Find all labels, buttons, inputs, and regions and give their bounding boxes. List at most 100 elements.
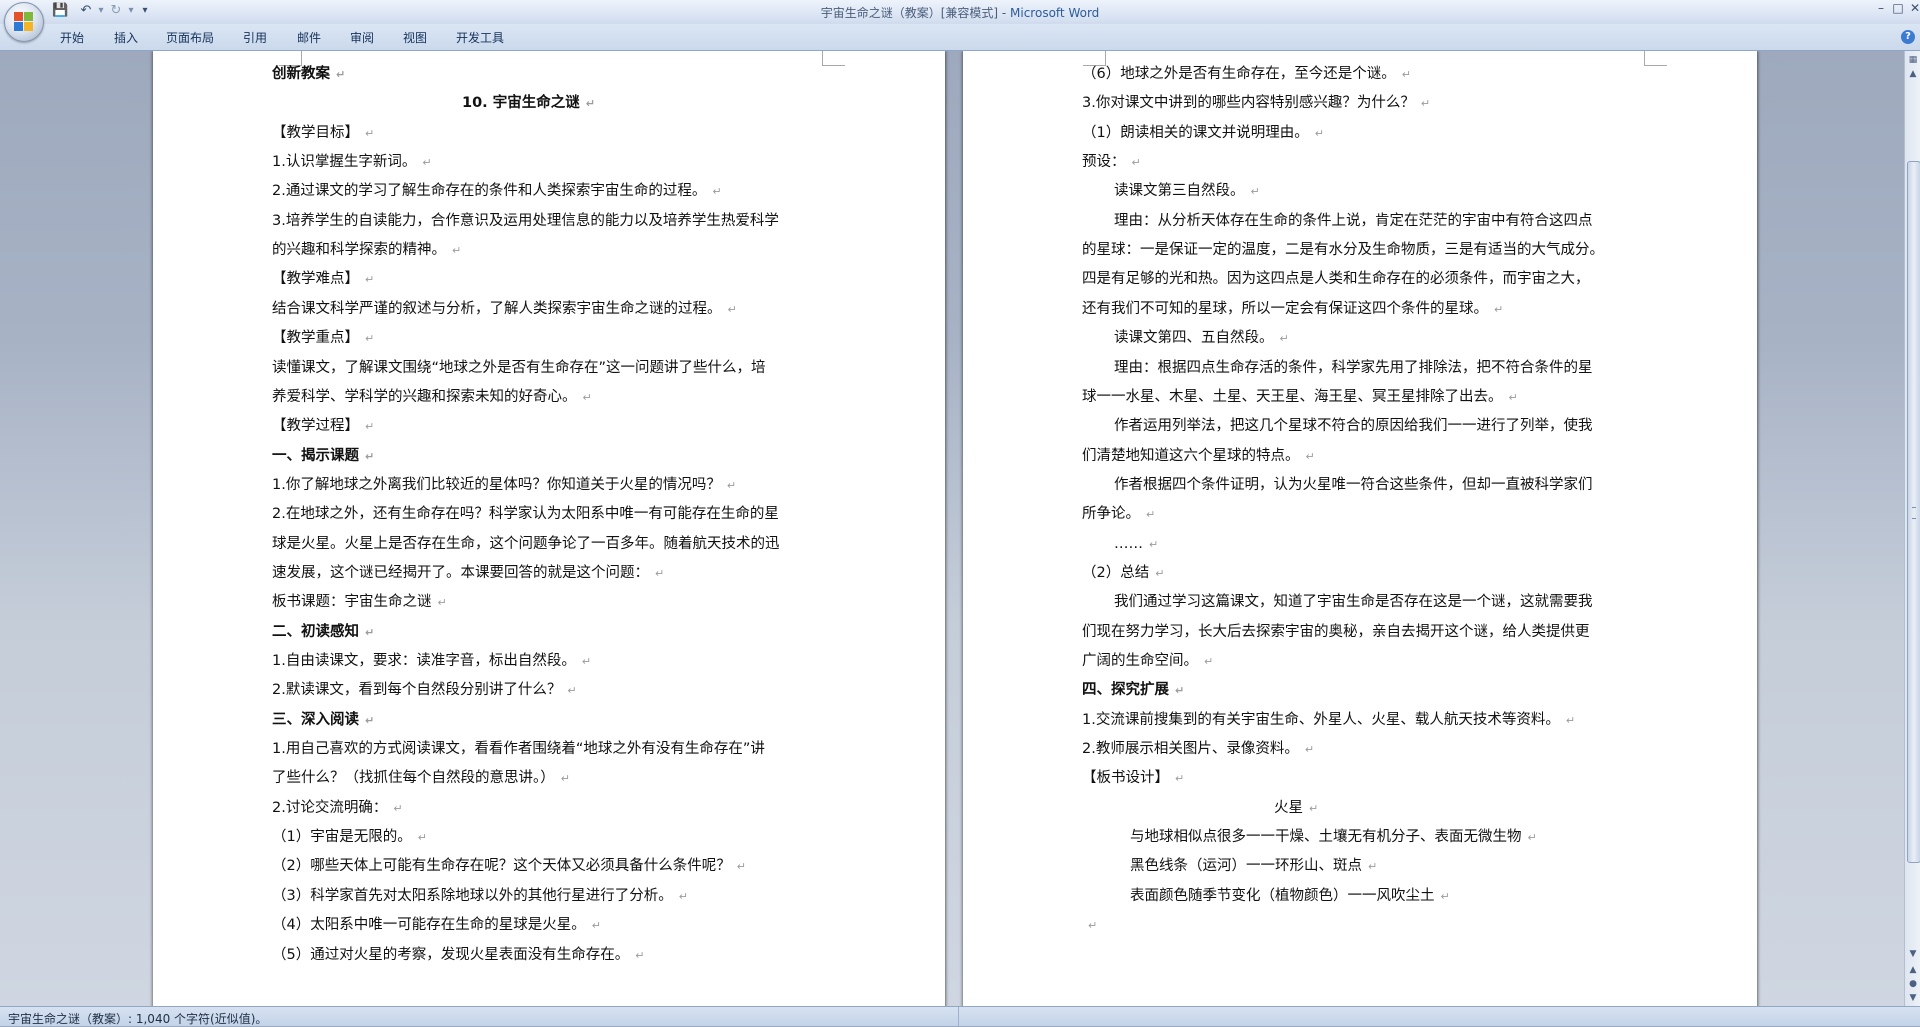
document-line-text: 表面颜色随季节变化（植物颜色）一一风吹尘土 (1130, 887, 1435, 904)
paragraph-mark-icon: ↵ (1146, 508, 1156, 522)
document-line: 理由：从分析天体存在生命的条件上说，肯定在茫茫的宇宙中有符合这四点 (1114, 211, 1593, 231)
document-line-text: 10. 宇宙生命之谜 (462, 95, 580, 112)
document-line-text: 四是有足够的光和热。因为这四点是人类和生命存在的必须条件，而宇宙之大， (1082, 271, 1590, 288)
tab-developer[interactable]: 开发工具 (456, 30, 504, 46)
document-line-text: 1.自由读课文，要求：读准字音，标出自然段。 (272, 653, 576, 669)
document-line: 板书课题：宇宙生命之谜 ↵ (272, 592, 447, 612)
document-page-right[interactable]: （6）地球之外是否有生命存在，至今还是个谜。 ↵ 3.你对课文中讲到的哪些内容特别感… (963, 51, 1757, 1006)
vertical-scrollbar[interactable]: ▦ ▲ ▼ ▲ ● ▼ (1904, 51, 1920, 1006)
scrollbar-thumb[interactable] (1907, 161, 1920, 863)
tab-mailings[interactable]: 邮件 (297, 30, 321, 46)
document-line: 的兴趣和科学探索的精神。 ↵ (272, 240, 461, 260)
document-line-text: 2.教师展示相关图片、录像资料。 (1082, 741, 1299, 758)
paragraph-mark-icon: ↵ (365, 420, 375, 434)
tab-home[interactable]: 开始 (60, 30, 84, 46)
document-line: 1.你了解地球之外离我们比较近的星体吗？你知道关于火星的情况吗？ ↵ (272, 475, 736, 495)
document-line: 的星球：一是保证一定的温度，二是有水分及生命物质，三是有适当的大气成分。 (1082, 240, 1604, 260)
document-page-left[interactable]: 创新教案 ↵ 10. 宇宙生命之谜 ↵ 【教学目标】 ↵ 1.认识掌握生字新词。 ↵ 2.通过课… (153, 51, 945, 1006)
document-line-text: 了些什么？（找抓住每个自然段的意思讲。） (272, 770, 555, 787)
paragraph-mark-icon: ↵ (1565, 713, 1576, 727)
tab-insert[interactable]: 插入 (114, 30, 138, 46)
paragraph-mark-icon: ↵ (437, 596, 447, 610)
scroll-up-icon[interactable]: ▲ (1906, 67, 1920, 81)
tab-page-layout[interactable]: 页面布局 (166, 30, 214, 46)
document-line-text: 我们通过学习这篇课文，知道了宇宙生命是否存在这是一个谜，这就需要我 (1114, 594, 1593, 611)
document-line: 读课文第四、五自然段。 ↵ (1114, 328, 1289, 348)
document-line: 【教学过程】 ↵ (272, 416, 374, 436)
document-line-text: 三、深入阅读 (272, 711, 359, 728)
document-line-text: 球一一水星、木星、土星、天王星、海王星、冥王星排除了出去。 (1082, 388, 1503, 405)
paragraph-mark-icon: ↵ (1088, 919, 1098, 933)
document-line: 3.培养学生的自读能力，合作意识及运用处理信息的能力以及培养学生热爱科学 (272, 211, 779, 231)
document-line: 们清楚地知道这六个星球的特点。 ↵ (1082, 446, 1315, 466)
paragraph-mark-icon: ↵ (1420, 97, 1431, 111)
close-icon[interactable]: ✕ (1905, 1, 1920, 15)
document-line-text: 1.用自己喜欢的方式阅读课文，看看作者围绕着“地球之外有没有生命存在”讲 (272, 741, 765, 758)
paragraph-mark-icon: ↵ (365, 713, 375, 727)
tab-references[interactable]: 引用 (243, 30, 267, 46)
document-line: 四、探究扩展 ↵ (1082, 680, 1184, 700)
document-line: 二、初读感知 ↵ (272, 622, 374, 642)
document-line: 了些什么？（找抓住每个自然段的意思讲。） ↵ (272, 768, 570, 788)
paragraph-mark-icon: ↵ (591, 919, 601, 933)
document-line-text: 2.讨论交流明确： (272, 799, 388, 816)
document-line-text: 板书课题：宇宙生命之谜 (272, 594, 432, 611)
ruler-toggle-icon[interactable]: ▦ (1906, 53, 1920, 67)
next-page-icon[interactable]: ▼ (1906, 991, 1920, 1005)
paragraph-mark-icon: ↵ (1494, 302, 1504, 316)
document-line: 读课文第三自然段。 ↵ (1114, 181, 1260, 201)
previous-page-icon[interactable]: ▲ (1906, 963, 1920, 977)
document-line: （5）通过对火星的考察，发现火星表面没有生命存在。 ↵ (272, 945, 644, 965)
tab-review[interactable]: 审阅 (350, 30, 374, 46)
document-line: 1.用自己喜欢的方式阅读课文，看看作者围绕着“地球之外有没有生命存在”讲 (272, 739, 765, 759)
document-line-text: 读课文第四、五自然段。 (1114, 330, 1274, 347)
document-line: 【板书设计】 ↵ (1082, 768, 1184, 788)
paragraph-mark-icon: ↵ (1155, 566, 1165, 580)
document-line-text: 理由：从分析天体存在生命的条件上说，肯定在茫茫的宇宙中有符合这四点 (1114, 212, 1593, 229)
paragraph-mark-icon: ↵ (581, 655, 592, 668)
document-line: 们现在努力学习，长大后去探索宇宙的奥秘，亲自去揭开这个谜，给人类提供更 (1082, 622, 1590, 642)
paragraph-mark-icon: ↵ (1368, 860, 1378, 874)
document-line: 1.认识掌握生字新词。 ↵ (272, 152, 432, 172)
paragraph-mark-icon: ↵ (736, 860, 746, 874)
paragraph-mark-icon: ↵ (727, 302, 737, 316)
paragraph-mark-icon: ↵ (1440, 889, 1450, 903)
document-line-text: （5）通过对火星的考察，发现火星表面没有生命存在。 (272, 946, 630, 963)
paragraph-mark-icon: ↵ (635, 948, 645, 962)
document-line-text: 广阔的生命空间。 (1082, 653, 1198, 669)
document-line: 球一一水星、木星、土星、天王星、海王星、冥王星排除了出去。 ↵ (1082, 387, 1518, 407)
document-line-text: 【教学难点】 (272, 271, 359, 288)
help-icon[interactable]: ? (1901, 30, 1915, 44)
select-browse-object-icon[interactable]: ● (1906, 977, 1920, 991)
window-title-app: Microsoft Word (1010, 6, 1100, 20)
paragraph-mark-icon: ↵ (678, 889, 688, 903)
paragraph-mark-icon: ↵ (365, 126, 375, 140)
document-line: 预设： ↵ (1082, 152, 1141, 172)
document-workspace: 创新教案 ↵ 10. 宇宙生命之谜 ↵ 【教学目标】 ↵ 1.认识掌握生字新词。 ↵ 2.通过课… (0, 51, 1904, 1006)
document-line: 【教学目标】 ↵ (272, 123, 374, 143)
scroll-down-icon[interactable]: ▼ (1906, 947, 1920, 961)
document-line: 2.讨论交流明确： ↵ (272, 798, 403, 818)
document-line-text: （2）哪些天体上可能有生命存在呢？这个天体又必须具备什么条件呢？ (272, 858, 731, 875)
document-line: （4）太阳系中唯一可能存在生命的星球是火星。 ↵ (272, 915, 601, 935)
document-line: 四是有足够的光和热。因为这四点是人类和生命存在的必须条件，而宇宙之大， (1082, 269, 1590, 289)
document-line-text: 四、探究扩展 (1082, 682, 1169, 699)
document-line: 一、揭示课题 ↵ (272, 446, 374, 466)
document-line: 读懂课文，了解课文围绕“地球之外是否有生命存在”这一问题讲了些什么，培 (272, 358, 766, 378)
document-line-text: 们清楚地知道这六个星球的特点。 (1082, 447, 1300, 464)
document-line-text: 【教学过程】 (272, 418, 359, 435)
document-line: 2.通过课文的学习了解生命存在的条件和人类探索宇宙生命的过程。 ↵ (272, 181, 722, 201)
document-line: 还有我们不可知的星球，所以一定会有保证这四个条件的星球。 ↵ (1082, 299, 1503, 319)
document-line: 三、深入阅读 ↵ (272, 710, 374, 730)
paragraph-mark-icon: ↵ (1304, 743, 1315, 757)
tab-view[interactable]: 视图 (403, 30, 427, 46)
paragraph-mark-icon: ↵ (365, 273, 375, 287)
office-button[interactable] (4, 2, 44, 42)
document-line-text: 2.默读课文，看到每个自然段分别讲了什么？ (272, 682, 562, 699)
paragraph-mark-icon: ↵ (365, 449, 375, 463)
paragraph-mark-icon: ↵ (365, 332, 375, 346)
paragraph-mark-icon: ↵ (1527, 831, 1537, 845)
document-line-text: 3.你对课文中讲到的哪些内容特别感兴趣？为什么？ (1082, 95, 1415, 112)
document-line: 【教学难点】 ↵ (272, 269, 374, 289)
paragraph-mark-icon: ↵ (417, 831, 427, 845)
